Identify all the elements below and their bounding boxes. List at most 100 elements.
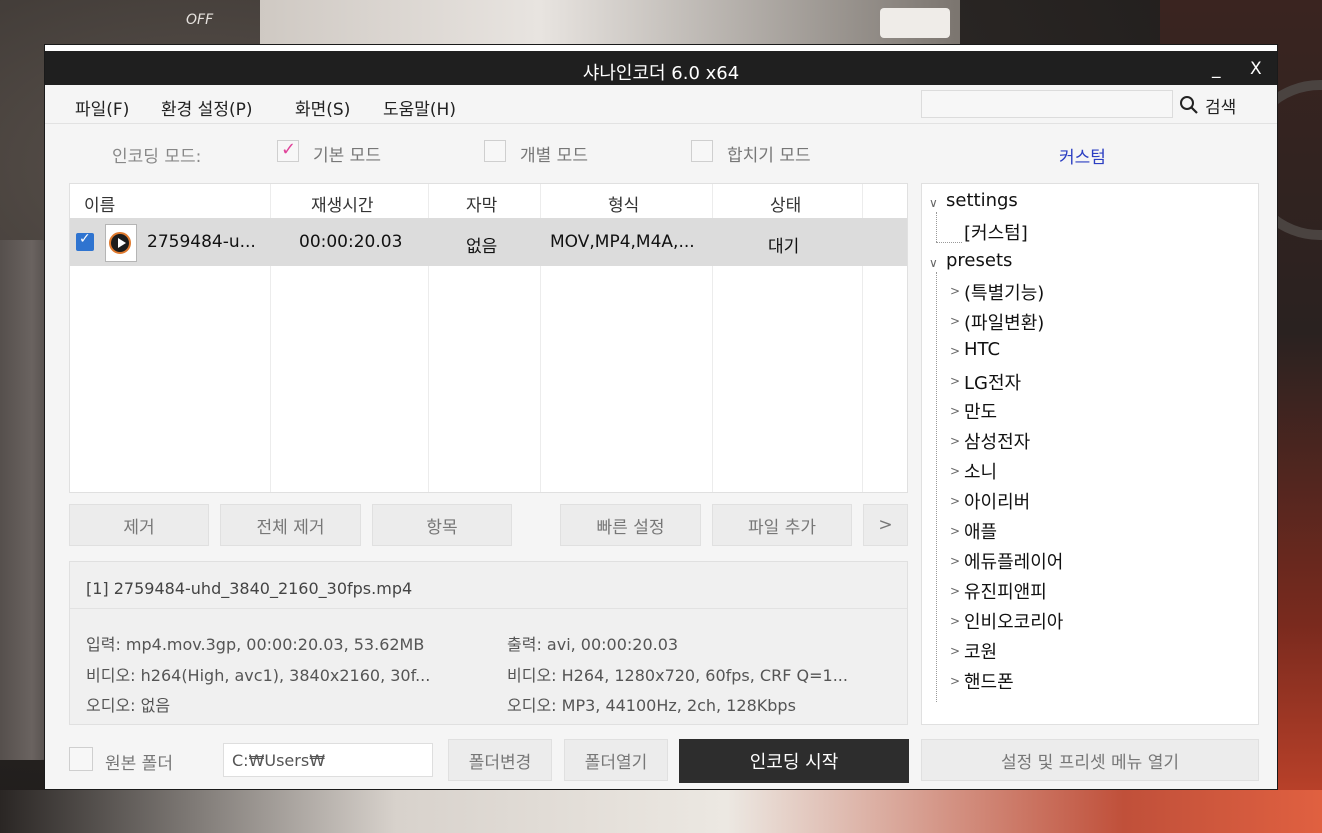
open-folder-button[interactable]: 폴더열기 bbox=[564, 739, 668, 781]
search-icon bbox=[1180, 96, 1198, 114]
window-title: 샤나인코더 6.0 x64 bbox=[582, 63, 740, 84]
individual-mode-label[interactable]: 개별 모드 bbox=[520, 141, 588, 166]
file-table: 이름 재생시간 자막 형식 상태 2759484-u... 00:00:20.0… bbox=[69, 183, 908, 493]
tree-node-invio[interactable]: 인비오코리아 bbox=[964, 608, 1063, 634]
start-encoding-button[interactable]: 인코딩 시작 bbox=[679, 739, 909, 783]
chevron-right-icon[interactable]: > bbox=[950, 404, 960, 418]
search-label: 검색 bbox=[1205, 97, 1237, 118]
basic-mode-checkbox[interactable] bbox=[277, 139, 299, 162]
tree-node-custom[interactable]: [커스텀] bbox=[964, 219, 1028, 245]
open-preset-menu-button[interactable]: 설정 및 프리셋 메뉴 열기 bbox=[921, 739, 1259, 781]
encoding-mode-bar: 인코딩 모드: 기본 모드 개별 모드 합치기 모드 커스텀 bbox=[45, 125, 1277, 177]
add-file-button[interactable]: 파일 추가 bbox=[712, 504, 852, 546]
tree-node-eugene[interactable]: 유진피앤피 bbox=[964, 578, 1047, 604]
header-format[interactable]: 형식 bbox=[608, 191, 639, 216]
original-folder-label[interactable]: 원본 폴더 bbox=[105, 749, 173, 774]
chevron-right-icon[interactable]: > bbox=[950, 284, 960, 298]
chevron-right-icon[interactable]: > bbox=[950, 464, 960, 478]
cell-name: 2759484-u... bbox=[147, 232, 256, 252]
header-duration[interactable]: 재생시간 bbox=[311, 191, 374, 216]
tree-node-htc[interactable]: HTC bbox=[964, 339, 1000, 360]
table-row[interactable]: 2759484-u... 00:00:20.03 없음 MOV,MP4,M4A,… bbox=[70, 218, 907, 266]
basic-mode-label[interactable]: 기본 모드 bbox=[313, 141, 381, 166]
info-output: 출력: avi, 00:00:20.03 bbox=[507, 635, 679, 654]
background-text: OFF bbox=[186, 12, 214, 28]
chevron-right-icon[interactable]: > bbox=[950, 344, 960, 358]
tree-connector bbox=[936, 242, 962, 243]
remove-all-button[interactable]: 전체 제거 bbox=[220, 504, 361, 546]
background-shape bbox=[0, 790, 1322, 833]
menu-help[interactable]: 도움말(H) bbox=[383, 95, 456, 120]
custom-preset-title[interactable]: 커스텀 bbox=[1059, 143, 1106, 168]
row-checkbox[interactable] bbox=[76, 231, 94, 251]
change-folder-button[interactable]: 폴더변경 bbox=[448, 739, 552, 781]
search-input[interactable] bbox=[921, 90, 1173, 118]
tree-node-mando[interactable]: 만도 bbox=[964, 398, 997, 424]
info-output-audio: 오디오: MP3, 44100Hz, 2ch, 128Kbps bbox=[507, 696, 796, 715]
tree-connector bbox=[936, 212, 937, 242]
menu-settings[interactable]: 환경 설정(P) bbox=[161, 95, 252, 120]
close-button[interactable]: X bbox=[1250, 59, 1262, 79]
header-name[interactable]: 이름 bbox=[84, 191, 115, 216]
tree-node-file-convert[interactable]: (파일변환) bbox=[964, 309, 1044, 335]
tree-connector bbox=[936, 272, 937, 702]
cell-duration: 00:00:20.03 bbox=[299, 232, 403, 252]
tree-node-special[interactable]: (특별기능) bbox=[964, 279, 1044, 305]
chevron-right-icon[interactable]: > bbox=[950, 674, 960, 688]
divider bbox=[70, 608, 907, 609]
title-bar[interactable]: 샤나인코더 6.0 x64 _ X bbox=[45, 45, 1277, 85]
merge-mode-checkbox[interactable] bbox=[691, 140, 713, 162]
more-button[interactable]: > bbox=[863, 504, 908, 546]
cell-format: MOV,MP4,M4A,... bbox=[550, 232, 695, 252]
info-output-video: 비디오: H264, 1280x720, 60fps, CRF Q=1... bbox=[507, 666, 848, 685]
chevron-right-icon[interactable]: > bbox=[950, 554, 960, 568]
header-status[interactable]: 상태 bbox=[770, 191, 801, 216]
menu-screen[interactable]: 화면(S) bbox=[295, 95, 350, 120]
chevron-right-icon[interactable]: > bbox=[950, 614, 960, 628]
chevron-down-icon[interactable]: ∨ bbox=[929, 256, 938, 270]
background-shape bbox=[880, 8, 950, 38]
tree-node-cowon[interactable]: 코원 bbox=[964, 638, 997, 664]
tree-node-sony[interactable]: 소니 bbox=[964, 458, 997, 484]
menu-bar: 파일(F) 환경 설정(P) 화면(S) 도움말(H) 검색 bbox=[45, 85, 1277, 124]
info-input: 입력: mp4.mov.3gp, 00:00:20.03, 53.62MB bbox=[86, 635, 425, 654]
tree-node-eduplayer[interactable]: 에듀플레이어 bbox=[964, 548, 1063, 574]
chevron-right-icon[interactable]: > bbox=[950, 524, 960, 538]
cell-subtitle: 없음 bbox=[466, 237, 498, 257]
chevron-right-icon[interactable]: > bbox=[950, 374, 960, 388]
remove-button[interactable]: 제거 bbox=[69, 504, 209, 546]
chevron-down-icon[interactable]: ∨ bbox=[929, 196, 938, 210]
preset-tree: ∨ settings [커스텀] ∨ presets > (특별기능) > (파… bbox=[921, 183, 1259, 725]
tree-node-apple[interactable]: 애플 bbox=[964, 518, 997, 544]
minimize-button[interactable]: _ bbox=[1212, 59, 1221, 79]
quick-settings-button[interactable]: 빠른 설정 bbox=[560, 504, 701, 546]
tree-node-phone[interactable]: 핸드폰 bbox=[964, 668, 1014, 694]
tree-node-presets[interactable]: presets bbox=[946, 250, 1012, 271]
chevron-right-icon[interactable]: > bbox=[950, 584, 960, 598]
file-info-panel: [1] 2759484-uhd_3840_2160_30fps.mp4 입력: … bbox=[69, 561, 908, 725]
chevron-right-icon[interactable]: > bbox=[950, 494, 960, 508]
item-button[interactable]: 항목 bbox=[372, 504, 512, 546]
individual-mode-checkbox[interactable] bbox=[484, 140, 506, 162]
video-file-icon bbox=[105, 224, 137, 262]
info-filename: [1] 2759484-uhd_3840_2160_30fps.mp4 bbox=[86, 579, 413, 598]
tree-node-settings[interactable]: settings bbox=[946, 190, 1018, 211]
tree-node-samsung[interactable]: 삼성전자 bbox=[964, 428, 1030, 454]
original-folder-checkbox[interactable] bbox=[69, 747, 93, 771]
tree-node-iriver[interactable]: 아이리버 bbox=[964, 488, 1030, 514]
chevron-right-icon[interactable]: > bbox=[950, 314, 960, 328]
merge-mode-label[interactable]: 합치기 모드 bbox=[727, 141, 811, 166]
app-window: 샤나인코더 6.0 x64 _ X 파일(F) 환경 설정(P) 화면(S) 도… bbox=[44, 44, 1278, 790]
cell-status: 대기 bbox=[768, 237, 800, 257]
encoding-mode-label: 인코딩 모드: bbox=[112, 147, 202, 167]
chevron-right-icon[interactable]: > bbox=[950, 434, 960, 448]
chevron-right-icon[interactable]: > bbox=[950, 644, 960, 658]
table-header: 이름 재생시간 자막 형식 상태 bbox=[70, 184, 907, 218]
search-button[interactable]: 검색 bbox=[1179, 91, 1236, 119]
tree-node-lg[interactable]: LG전자 bbox=[964, 369, 1021, 395]
info-input-audio: 오디오: 없음 bbox=[86, 696, 171, 715]
output-path-input[interactable]: C:₩Users₩ bbox=[223, 743, 433, 777]
header-subtitle[interactable]: 자막 bbox=[466, 191, 497, 216]
menu-file[interactable]: 파일(F) bbox=[75, 95, 129, 120]
info-input-video: 비디오: h264(High, avc1), 3840x2160, 30f... bbox=[86, 666, 431, 685]
